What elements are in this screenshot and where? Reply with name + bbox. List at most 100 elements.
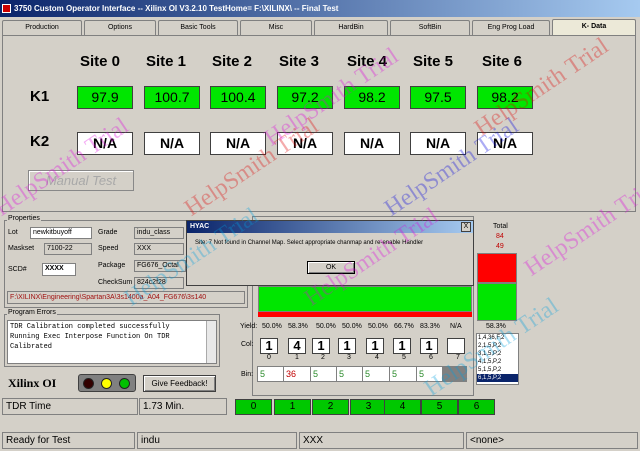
package-label: Package	[98, 262, 126, 269]
list-item[interactable]: 5,1,5,P,2	[477, 366, 518, 374]
red-light-icon	[83, 378, 94, 389]
site-header-3: Site 3	[279, 53, 320, 70]
site-button-6[interactable]: 6	[458, 399, 495, 415]
speed-label: Speed	[98, 245, 119, 252]
hyac-dialog: HYAC X Site: 7 Not found in Channel Map.…	[186, 220, 474, 286]
col-site-3: 1	[338, 338, 356, 354]
tab-basic-tools[interactable]: Basic Tools	[158, 20, 238, 35]
tab-softbin[interactable]: SoftBin	[390, 20, 470, 35]
list-item[interactable]: 4,1,5,P,2	[477, 358, 518, 366]
tab-eng-prog-load[interactable]: Eng Prog Load	[472, 20, 550, 35]
status-ready: Ready for Test	[2, 432, 135, 449]
k2-site-4: N/A	[344, 132, 400, 155]
site-button-4[interactable]: 4	[384, 399, 421, 415]
error-line: Calibrated	[10, 343, 53, 351]
package-field[interactable]: FG676_Octal	[134, 260, 186, 272]
scd-field[interactable]: XXXX	[42, 263, 76, 276]
tdr-time-label: TDR Time	[2, 398, 138, 415]
yield-site-1: 58.3%	[288, 323, 308, 330]
list-item[interactable]: 2,1,5,P,2	[477, 342, 518, 350]
xilinx-oi-logo: Xilinx OI	[8, 376, 57, 390]
k1-site-2: 100.4	[210, 86, 266, 109]
k2-site-3: N/A	[277, 132, 333, 155]
yield-site-3: 50.0%	[342, 323, 362, 330]
give-feedback-button[interactable]: Give Feedback!	[143, 375, 216, 392]
tab-misc[interactable]: Misc	[240, 20, 312, 35]
list-item[interactable]: 3,1,5,P,2	[477, 350, 518, 358]
status-handler: <none>	[466, 432, 638, 449]
k1-label: K1	[30, 88, 50, 105]
site-button-5[interactable]: 5	[421, 399, 458, 415]
program-path: F:\XILINX\Engineering\Spartan3A\3s1400a_…	[7, 291, 245, 304]
bin-site-7	[442, 366, 467, 382]
col-number-4: 4	[375, 354, 379, 361]
k1-site-6: 98.2	[477, 86, 533, 109]
col-site-1: 4	[288, 338, 306, 354]
lot-label: Lot	[8, 229, 18, 236]
col-number-5: 5	[402, 354, 406, 361]
yield-bar-green	[258, 286, 472, 312]
k1-site-4: 98.2	[344, 86, 400, 109]
k2-site-0: N/A	[77, 132, 133, 155]
program-errors-log: TDR Calibration completed successfully R…	[7, 320, 217, 364]
col-site-7	[447, 338, 465, 354]
grade-label: Grade	[98, 229, 118, 236]
bin-label: Bin:	[241, 371, 254, 378]
status-grade: indu	[137, 432, 297, 449]
yield-bar-red	[258, 312, 472, 317]
site-header-1: Site 1	[146, 53, 187, 70]
errors-scrollbar[interactable]	[206, 321, 216, 363]
checksum-field[interactable]: 824c2f28	[134, 277, 184, 289]
site-button-3[interactable]: 3	[350, 399, 387, 415]
site-header-0: Site 0	[80, 53, 121, 70]
site-button-1[interactable]: 1	[274, 399, 311, 415]
col-number-0: 0	[267, 354, 271, 361]
k2-site-6: N/A	[477, 132, 533, 155]
total-yield: 58.3%	[486, 323, 506, 330]
bin-list[interactable]: 1,4,36,F,2 2,1,5,P,2 3,1,5,P,2 4,1,5,P,2…	[476, 333, 519, 385]
checksum-label: CheckSum	[98, 279, 133, 286]
lot-field[interactable]: newkitbuyoff	[30, 227, 92, 239]
tab-options[interactable]: Options	[84, 20, 156, 35]
status-lights	[78, 374, 136, 392]
total-count: 84	[496, 233, 504, 240]
tab-hardbin[interactable]: HardBin	[314, 20, 388, 35]
scd-label: SCD#	[8, 266, 27, 273]
list-item[interactable]: 6,1,5,P,2	[477, 374, 518, 382]
manual-test-button[interactable]: Manual Test	[28, 170, 134, 191]
grade-field[interactable]: indu_class	[134, 227, 184, 239]
dialog-close-button[interactable]: X	[461, 222, 471, 232]
dialog-title: HYAC	[187, 221, 473, 233]
k1-site-0: 97.9	[77, 86, 133, 109]
properties-group-label: Properties	[7, 215, 41, 222]
k1-site-5: 97.5	[410, 86, 466, 109]
site-button-2[interactable]: 2	[312, 399, 349, 415]
program-errors-label: Program Errors	[7, 309, 57, 316]
yield-site-4: 50.0%	[368, 323, 388, 330]
col-site-2: 1	[312, 338, 330, 354]
maskset-label: Maskset	[8, 245, 35, 252]
k2-site-1: N/A	[144, 132, 200, 155]
site-button-0[interactable]: 0	[235, 399, 272, 415]
tab-k-data[interactable]: K- Data	[552, 19, 636, 35]
col-number-3: 3	[347, 354, 351, 361]
col-site-6: 1	[420, 338, 438, 354]
k1-site-1: 100.7	[144, 86, 200, 109]
k1-site-3: 97.2	[277, 86, 333, 109]
tab-production[interactable]: Production	[2, 20, 82, 35]
total-pass-bar	[477, 283, 517, 321]
k2-label: K2	[30, 133, 50, 150]
window-title: 3750 Custom Operator Interface -- Xilinx…	[14, 4, 339, 13]
maskset-field[interactable]: 7100-22	[44, 243, 92, 255]
site-header-5: Site 5	[413, 53, 454, 70]
col-number-2: 2	[321, 354, 325, 361]
tab-strip: Production Options Basic Tools Misc Hard…	[0, 19, 640, 35]
total-label: Total	[493, 223, 508, 230]
error-line: Running Exec Interpose Function On TDR	[10, 333, 170, 341]
list-item[interactable]: 1,4,36,F,2	[477, 334, 518, 342]
yield-site-7: N/A	[450, 323, 462, 330]
yield-site-2: 50.0%	[316, 323, 336, 330]
total-pass: 49	[496, 243, 504, 250]
dialog-ok-button[interactable]: OK	[307, 261, 355, 274]
speed-field[interactable]: XXX	[134, 243, 184, 255]
